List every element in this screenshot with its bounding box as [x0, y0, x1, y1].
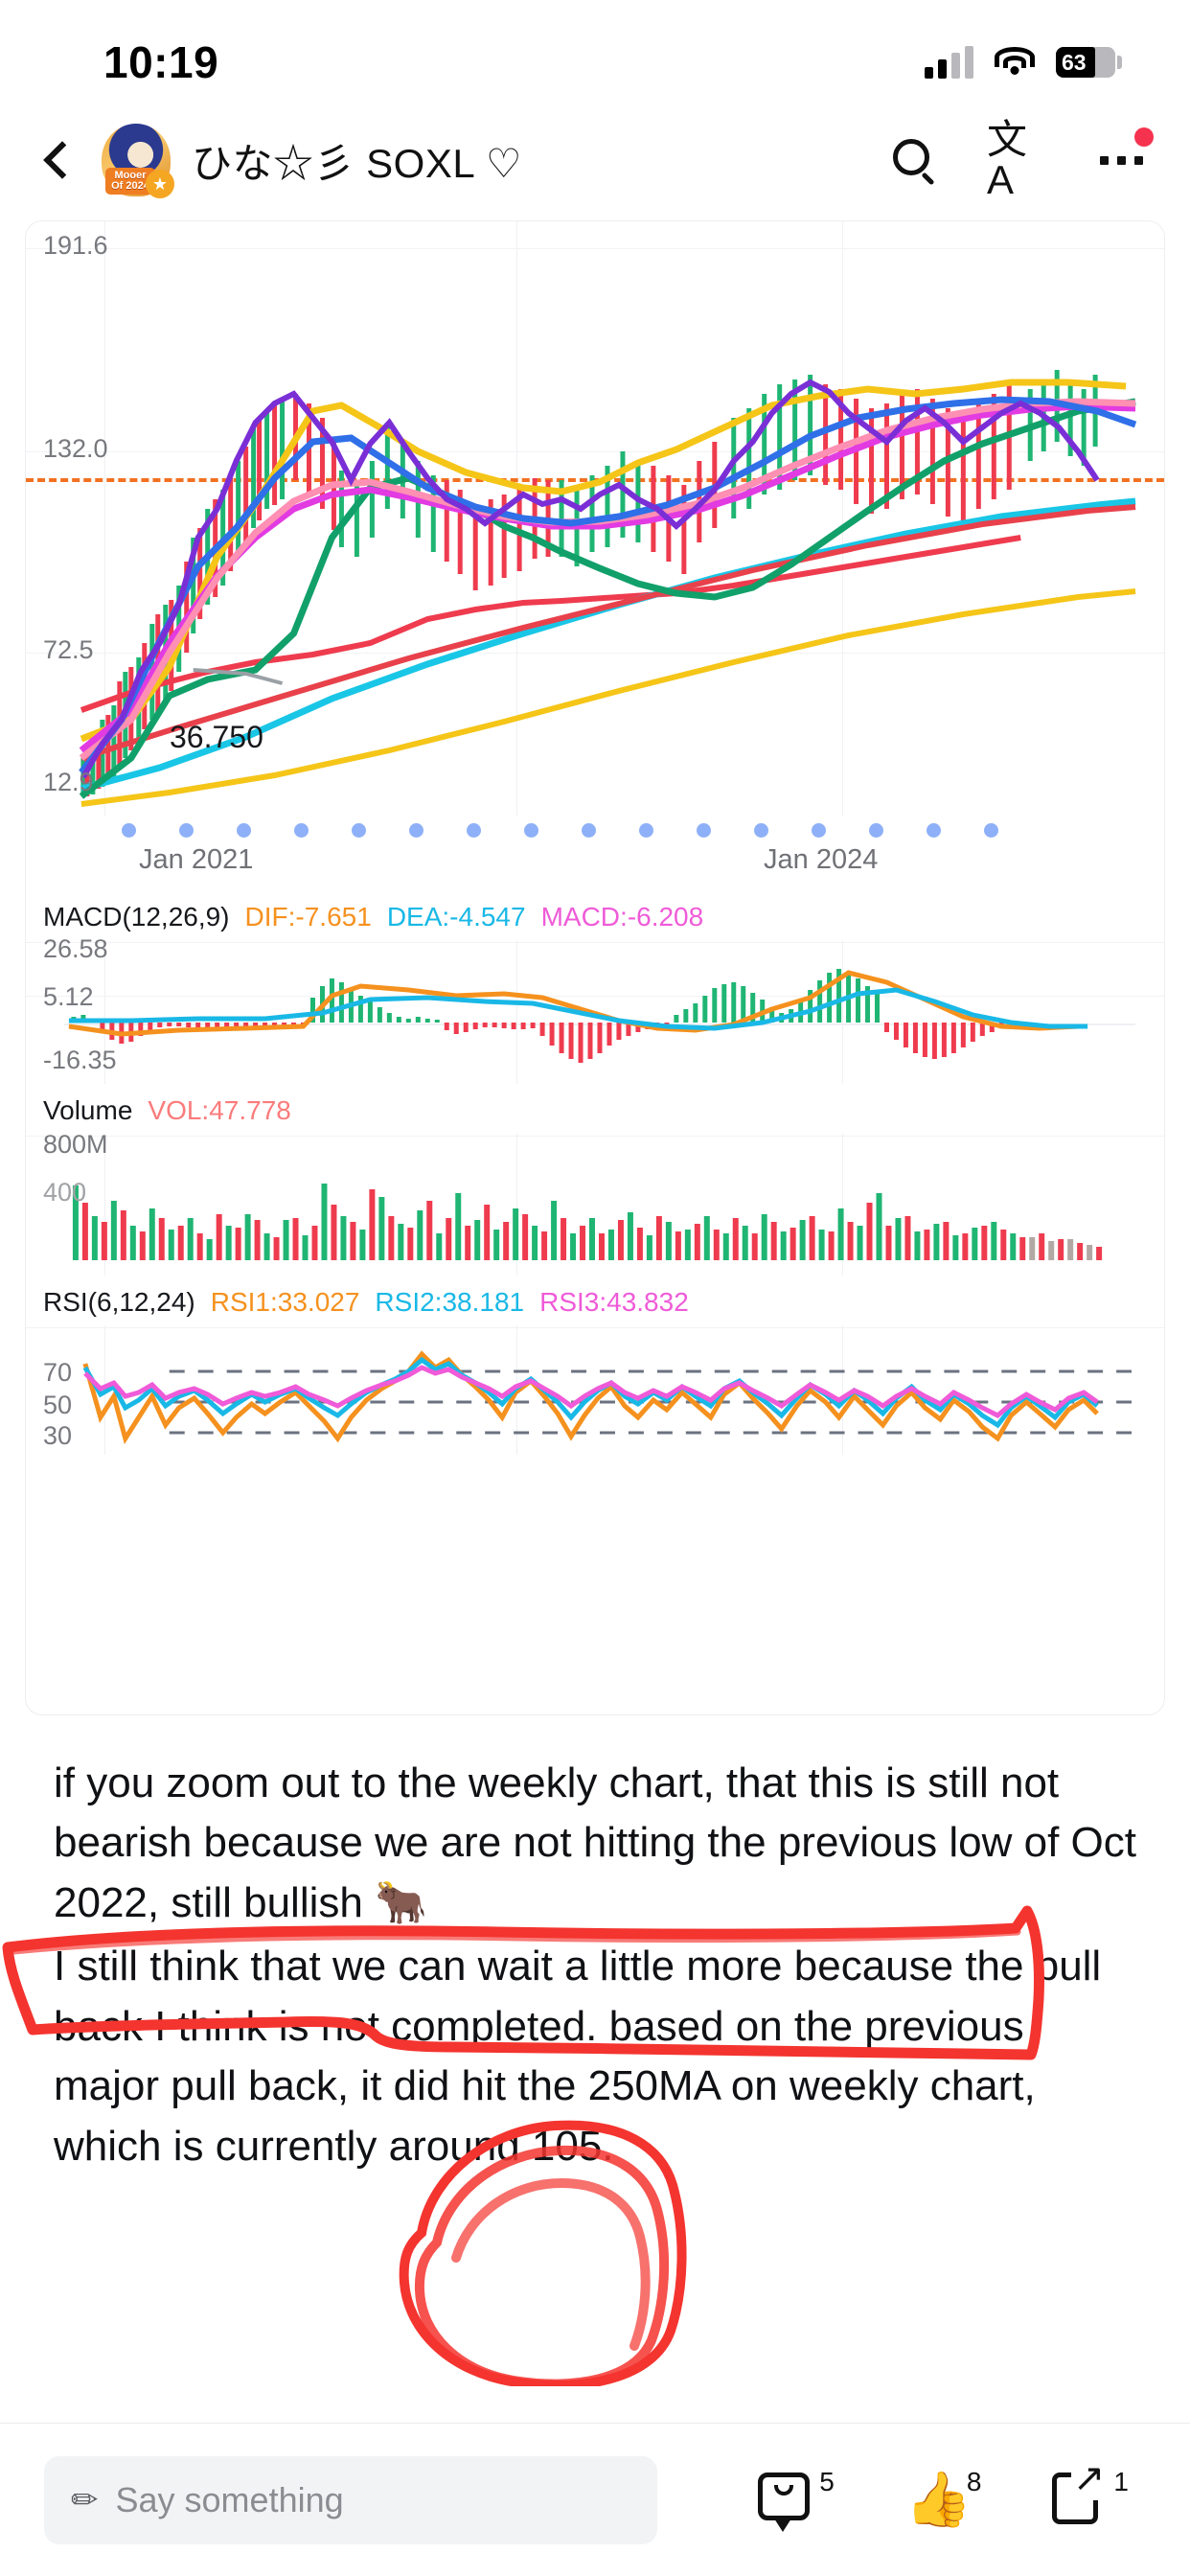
pencil-icon: ✏: [71, 2481, 99, 2518]
price-y-tick-2: 72.5: [43, 635, 94, 664]
more-options-button[interactable]: [1090, 127, 1154, 191]
macd-y-tick-1: 5.12: [43, 982, 94, 1011]
volume-chart-pane[interactable]: 800M 400: [26, 1130, 1164, 1276]
star-icon: ★: [146, 170, 174, 198]
rsi2-legend: RSI2:38.181: [375, 1287, 525, 1317]
volume-label: Volume: [43, 1095, 133, 1125]
rsi3-legend: RSI3:43.832: [539, 1287, 689, 1317]
macd-dif-legend: DIF:-7.651: [244, 902, 372, 932]
price-x-tick-1: Jan 2024: [764, 844, 879, 875]
price-y-tick-3: 12.9: [43, 768, 94, 796]
macd-label: MACD(12,26,9): [43, 902, 230, 932]
thumbs-up-icon: 👍: [904, 2468, 973, 2529]
search-icon: [893, 139, 935, 186]
macd-y-tick-2: -16.35: [43, 1046, 117, 1074]
price-chart-pane[interactable]: 191.6 132.0 72.5 12.9 36.750: [26, 221, 1164, 816]
status-indicators: 63: [925, 46, 1122, 79]
macd-plot: [63, 969, 1136, 1063]
macd-chart-pane[interactable]: 26.58 5.12 -16.35: [26, 934, 1164, 1084]
post-paragraph-2: I still think that we can wait a little …: [54, 1943, 1102, 2170]
app-screen: 10:19 63 Mooer Of 2024 ★ ひな☆彡 SOXL ♡ 文A …: [0, 0, 1190, 2576]
price-y-tick-0: 191.6: [43, 231, 108, 260]
status-time: 10:19: [103, 37, 219, 87]
macd-y-tick-0: 26.58: [43, 934, 108, 963]
price-x-axis: Jan 2021 Jan 2024: [26, 816, 1164, 890]
price-x-tick-0: Jan 2021: [139, 844, 254, 875]
rsi-header: RSI(6,12,24) RSI1:33.027 RSI2:38.181 RSI…: [26, 1276, 1164, 1325]
share-button[interactable]: 1: [1052, 2455, 1129, 2528]
macd-macd-legend: MACD:-6.208: [540, 902, 704, 932]
rsi-chart-pane[interactable]: 70 50 30: [26, 1325, 1164, 1455]
price-current-label: 36.750: [170, 720, 263, 754]
share-icon: [1052, 2455, 1108, 2528]
battery-percent: 63: [1062, 49, 1087, 75]
comment-placeholder: Say something: [115, 2479, 344, 2519]
rsi-label: RSI(6,12,24): [43, 1287, 195, 1317]
rsi-plot: [82, 1350, 1136, 1445]
nav-actions: 文A: [883, 120, 1154, 200]
price-y-tick-1: 132.0: [43, 434, 108, 463]
rsi-y-tick-2: 30: [43, 1421, 73, 1450]
macd-header: MACD(12,26,9) DIF:-7.651 DEA:-4.547 MACD…: [26, 890, 1164, 940]
comment-count: 5: [819, 2466, 835, 2496]
comment-input[interactable]: ✏ Say something: [44, 2455, 657, 2544]
status-bar: 10:19 63: [0, 0, 1190, 107]
post-body: if you zoom out to the weekly chart, tha…: [0, 1715, 1190, 2423]
volume-legend: VOL:47.778: [148, 1095, 291, 1125]
like-button[interactable]: 👍 8: [904, 2467, 982, 2529]
battery-icon: 63: [1056, 47, 1122, 78]
back-button[interactable]: [25, 126, 92, 194]
translate-icon: 文A: [987, 117, 1028, 202]
avatar-badge-line2: Of 2024: [111, 180, 149, 192]
volume-y-tick-1: 400: [43, 1178, 87, 1207]
bottom-action-bar: ✏ Say something 5 👍 8 1: [0, 2423, 1190, 2576]
rsi-y-tick-0: 70: [43, 1358, 73, 1387]
translate-button[interactable]: 文A: [987, 120, 1048, 200]
navigation-bar: Mooer Of 2024 ★ ひな☆彡 SOXL ♡ 文A: [0, 107, 1190, 213]
volume-header: Volume VOL:47.778: [26, 1084, 1164, 1134]
comment-icon: [758, 2472, 813, 2532]
macd-dea-legend: DEA:-4.547: [386, 902, 526, 932]
rsi1-legend: RSI1:33.027: [210, 1287, 360, 1317]
share-count: 1: [1113, 2466, 1129, 2496]
cellular-signal-icon: [925, 46, 973, 79]
post-actions: 5 👍 8 1: [758, 2455, 1146, 2532]
more-options-icon: [1099, 155, 1143, 165]
notification-dot-icon: [1134, 127, 1154, 147]
volume-y-tick-0: 800M: [43, 1130, 108, 1159]
page-title: ひな☆彡 SOXL ♡: [192, 140, 522, 186]
rsi-y-tick-1: 50: [43, 1391, 73, 1419]
wifi-icon: [995, 47, 1035, 78]
back-chevron-icon: [43, 141, 81, 179]
comment-button[interactable]: 5: [758, 2467, 835, 2532]
chart-card[interactable]: 191.6 132.0 72.5 12.9 36.750 Jan 2021 Ja…: [25, 220, 1165, 1715]
avatar[interactable]: Mooer Of 2024 ★: [102, 124, 174, 198]
search-button[interactable]: [883, 129, 945, 191]
volume-plot: [72, 1184, 1103, 1260]
post-paragraph-1: if you zoom out to the weekly chart, tha…: [54, 1760, 1136, 1926]
